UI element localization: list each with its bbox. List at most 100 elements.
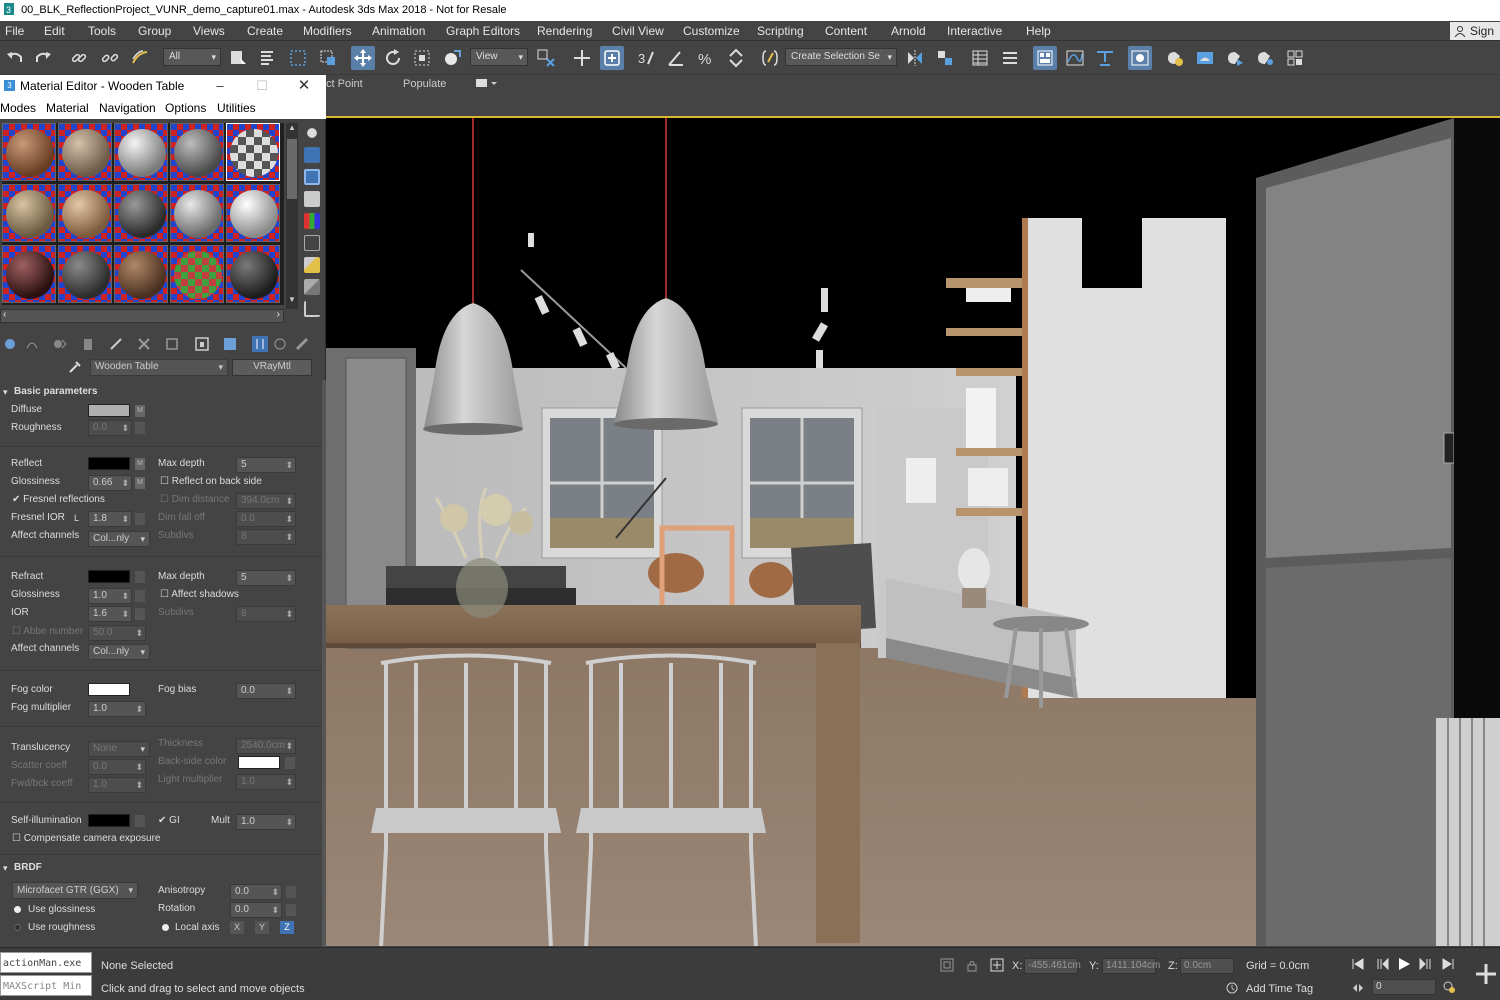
make-preview-icon[interactable] [304, 235, 320, 251]
material-slot[interactable] [114, 123, 168, 181]
diffuse-map-button[interactable]: M [135, 405, 145, 417]
menu-file[interactable]: File [5, 21, 24, 41]
isolate-selection-icon[interactable] [940, 958, 954, 972]
use-pivot-center-icon[interactable] [534, 46, 558, 70]
a360-gallery-icon[interactable] [1283, 46, 1307, 70]
menu-graph-editors[interactable]: Graph Editors [446, 21, 520, 41]
selection-lock-icon[interactable] [966, 960, 978, 972]
viewport-navigation-zoom-icon[interactable] [1474, 962, 1498, 986]
menu-rendering[interactable]: Rendering [537, 21, 592, 41]
refract-map-button[interactable] [135, 571, 145, 583]
select-and-move-icon[interactable] [351, 46, 375, 70]
fog-multiplier-spinner[interactable]: 1.0 [88, 701, 146, 717]
render-setup-icon[interactable] [1163, 46, 1187, 70]
ribbon-item-populate[interactable]: Populate [403, 78, 446, 90]
show-end-result-icon[interactable] [222, 336, 238, 352]
eyedropper-icon[interactable] [68, 360, 82, 374]
affect-channels-dropdown[interactable]: Col...nly [88, 531, 150, 547]
scene-explorer-icon[interactable] [968, 46, 992, 70]
put-to-scene-icon[interactable] [24, 336, 40, 352]
backlight-icon[interactable] [304, 147, 320, 163]
previous-frame-icon[interactable] [1374, 956, 1390, 972]
material-slot-active[interactable] [226, 123, 280, 181]
menu-help[interactable]: Help [1026, 21, 1051, 41]
absolute-mode-transform-icon[interactable] [990, 958, 1004, 972]
material-slot[interactable] [2, 184, 56, 242]
perspective-viewport[interactable] [326, 116, 1500, 946]
reference-coordinate-dropdown[interactable]: View [470, 48, 528, 66]
y-coordinate-field[interactable]: 1411.104cm [1102, 958, 1160, 974]
slots-vertical-scrollbar[interactable]: ▲ ▼ [286, 123, 298, 309]
selection-filter-dropdown[interactable]: All [163, 48, 221, 66]
refract-subdivs-spinner[interactable]: 8 [236, 606, 296, 622]
roughness-spinner[interactable]: 0.0 [88, 420, 132, 436]
go-to-start-icon[interactable] [1350, 956, 1366, 972]
edit-named-selection-icon[interactable] [758, 46, 782, 70]
make-unique-icon[interactable] [108, 336, 124, 352]
menu-edit[interactable]: Edit [44, 21, 65, 41]
material-slot[interactable] [170, 123, 224, 181]
angle-snap-icon[interactable] [664, 46, 688, 70]
menu-scripting[interactable]: Scripting [757, 21, 804, 41]
select-by-material-icon[interactable] [304, 279, 320, 295]
anisotropy-spinner[interactable]: 0.0 [230, 884, 282, 900]
material-slot[interactable] [58, 184, 112, 242]
menu-tools[interactable]: Tools [88, 21, 116, 41]
put-to-library-icon[interactable] [136, 336, 152, 352]
maxscript-listener-line-2[interactable]: MAXScript Min [0, 975, 92, 996]
use-glossiness-radio[interactable] [14, 906, 21, 913]
video-color-check-icon[interactable] [304, 213, 320, 229]
keyboard-shortcut-override-icon[interactable] [600, 46, 624, 70]
undo-icon[interactable] [3, 46, 27, 70]
material-slot[interactable] [170, 245, 224, 303]
me-menu-modes[interactable]: Modes [0, 101, 36, 115]
material-id-channel-icon[interactable] [164, 336, 180, 352]
fresnel-ior-map-button[interactable] [135, 513, 145, 525]
ribbon-options-icon[interactable] [476, 78, 498, 93]
select-object-icon[interactable] [226, 46, 250, 70]
gi-checkbox[interactable]: ✔ GI [158, 815, 180, 826]
render-in-cloud-icon[interactable] [1253, 46, 1277, 70]
select-and-rotate-icon[interactable] [381, 46, 405, 70]
assign-to-selection-icon[interactable] [52, 336, 68, 352]
menu-civil-view[interactable]: Civil View [612, 21, 664, 41]
thickness-spinner[interactable]: 2540.0cm [236, 738, 296, 754]
fog-color-swatch[interactable] [88, 683, 130, 696]
sample-type-icon[interactable] [304, 125, 320, 141]
translucency-dropdown[interactable]: None [88, 741, 150, 757]
link-icon[interactable] [67, 46, 91, 70]
reflect-back-side-checkbox[interactable]: ☐ Reflect on back side [160, 476, 262, 487]
fog-bias-spinner[interactable]: 0.0 [236, 683, 296, 699]
brdf-type-dropdown[interactable]: Microfacet GTR (GGX) [12, 882, 138, 899]
menu-arnold[interactable]: Arnold [891, 21, 926, 41]
fresnel-ior-spinner[interactable]: 1.8 [88, 511, 132, 527]
go-to-end-icon[interactable] [1440, 956, 1456, 972]
menu-animation[interactable]: Animation [372, 21, 425, 41]
roughness-map-button[interactable] [135, 422, 145, 434]
align-icon[interactable] [933, 46, 957, 70]
curve-editor-icon[interactable] [1063, 46, 1087, 70]
abbe-number-checkbox[interactable]: ☐ Abbe number [12, 626, 83, 637]
compensate-exposure-checkbox[interactable]: ☐ Compensate camera exposure [12, 833, 161, 844]
snaps-toggle-icon[interactable]: 3 [634, 46, 658, 70]
me-menu-navigation[interactable]: Navigation [99, 101, 156, 115]
local-axis-radio[interactable] [162, 924, 169, 931]
close-icon[interactable]: ✕ [284, 75, 324, 97]
material-slot[interactable] [170, 184, 224, 242]
sample-uv-tiling-icon[interactable] [304, 191, 320, 207]
brdf-header[interactable]: BRDF [0, 860, 322, 876]
material-name-field[interactable]: Wooden Table [90, 359, 228, 376]
material-slot[interactable] [226, 245, 280, 303]
back-side-map-button[interactable] [285, 757, 295, 769]
maxscript-listener-line-1[interactable]: actionMan.exe [0, 952, 92, 973]
pick-material-icon[interactable] [294, 336, 310, 352]
go-forward-sibling-icon[interactable] [272, 336, 288, 352]
rotation-spinner[interactable]: 0.0 [230, 902, 282, 918]
basic-parameters-header[interactable]: Basic parameters [0, 384, 322, 400]
reflect-map-button[interactable]: M [135, 458, 145, 470]
schematic-view-icon[interactable] [1093, 46, 1117, 70]
back-side-color-swatch[interactable] [238, 756, 280, 769]
dim-distance-spinner[interactable]: 394.0cm [236, 493, 296, 509]
material-editor-icon[interactable] [1128, 46, 1152, 70]
maximize-icon[interactable]: ☐ [242, 75, 282, 97]
